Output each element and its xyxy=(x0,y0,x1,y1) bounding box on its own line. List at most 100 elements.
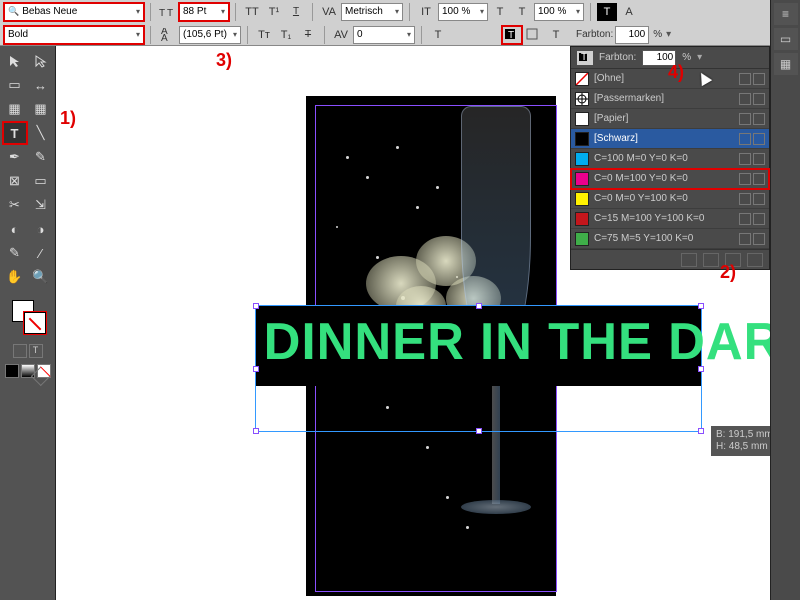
swatch-panel-footer xyxy=(571,249,769,269)
direct-selection-tool[interactable] xyxy=(29,50,53,72)
tracking-combo[interactable]: 0 ▾ xyxy=(353,26,415,44)
text-fill-swatch-icon[interactable]: T xyxy=(502,26,522,44)
vscale-combo[interactable]: 100 % ▾ xyxy=(534,3,584,21)
page-tool[interactable]: ▭ xyxy=(3,74,27,96)
swatch-chip xyxy=(575,172,589,186)
swatch-type-icons xyxy=(739,113,765,125)
apply-color-icon[interactable] xyxy=(13,344,27,358)
note-tool[interactable]: ✎ xyxy=(3,242,27,264)
pen-tool[interactable]: ✒ xyxy=(3,146,27,168)
smallcaps-icon[interactable]: Tᴛ xyxy=(254,26,274,44)
annotation-4: 4) xyxy=(668,62,684,83)
swatch-name: [Passermarken] xyxy=(594,93,734,104)
panel-icon-3[interactable]: ▦ xyxy=(774,53,798,75)
none-icon[interactable] xyxy=(37,364,51,378)
rectangle-tool[interactable]: ▭ xyxy=(29,170,53,192)
strikethrough-icon[interactable]: T xyxy=(298,26,318,44)
new-swatch-group-icon[interactable] xyxy=(681,253,697,267)
line-tool[interactable]: ╲ xyxy=(29,122,53,144)
swatch-chip xyxy=(575,192,589,206)
swatch-row[interactable]: C=75 M=5 Y=100 K=0 xyxy=(571,229,769,249)
svg-text:T: T xyxy=(508,30,514,41)
char-panel-icon[interactable]: A xyxy=(619,3,639,21)
hscale-value: 100 % xyxy=(442,6,470,17)
swatch-row[interactable]: [Passermarken] xyxy=(571,89,769,109)
content-placer-tool[interactable]: ▦ xyxy=(29,98,53,120)
svg-text:T: T xyxy=(167,8,173,19)
swatch-chip xyxy=(575,132,589,146)
gradient-feather-tool[interactable]: ◑ xyxy=(29,218,53,240)
tint-unit: % xyxy=(653,29,662,40)
headline-text[interactable]: DINNER IN THE DARK xyxy=(264,312,800,372)
swatch-name: [Ohne] xyxy=(594,73,734,84)
apply-text-icon[interactable]: T xyxy=(29,344,43,358)
kerning-value: Metrisch xyxy=(345,6,383,17)
pencil-tool[interactable]: ✎ xyxy=(29,146,53,168)
svg-text:T: T xyxy=(159,8,165,19)
swatch-list: [Ohne] [Passermarken] [Papier] [Schwarz] C=1… xyxy=(571,69,769,249)
panel-icon-1[interactable]: ≡ xyxy=(774,3,798,25)
font-size-combo[interactable]: 88 Pt ▾ xyxy=(179,3,229,21)
swatch-chip xyxy=(575,152,589,166)
gradient-swatch-tool[interactable]: ◐ xyxy=(3,218,27,240)
headline-text-frame[interactable]: DINNER IN THE DARK xyxy=(256,306,701,431)
scissors-tool[interactable]: ✂ xyxy=(3,194,27,216)
underline-icon[interactable]: T xyxy=(286,3,306,21)
swatch-type-icons xyxy=(739,173,765,185)
text-t-icon[interactable]: T xyxy=(546,26,566,44)
swatch-type-icons xyxy=(739,233,765,245)
annotation-2: 2) xyxy=(720,262,736,283)
hscale-combo[interactable]: 100 % ▾ xyxy=(438,3,488,21)
swatch-row[interactable]: C=0 M=0 Y=100 K=0 xyxy=(571,189,769,209)
swatch-chip xyxy=(575,92,589,106)
vscale-value: 100 % xyxy=(538,6,566,17)
font-style-combo[interactable]: Bold ▾ xyxy=(4,26,144,44)
leading-icon: AA xyxy=(157,26,177,44)
allcaps-icon[interactable]: TT xyxy=(242,3,262,21)
swatch-type-icons xyxy=(739,133,765,145)
vscale-icon: T xyxy=(512,3,532,21)
swatch-name: C=75 M=5 Y=100 K=0 xyxy=(594,233,734,244)
text-stroke-swatch-icon[interactable] xyxy=(524,26,544,44)
swatch-row[interactable]: C=15 M=100 Y=100 K=0 xyxy=(571,209,769,229)
eyedropper-tool[interactable]: ⁄ xyxy=(29,242,53,264)
swatch-row[interactable]: C=0 M=100 Y=0 K=0 xyxy=(571,169,769,189)
rectangle-frame-tool[interactable]: ⊠ xyxy=(3,170,27,192)
hand-tool[interactable]: ✋ xyxy=(3,266,27,288)
swatch-type-icons xyxy=(739,93,765,105)
content-collector-tool[interactable]: ▦ xyxy=(3,98,27,120)
new-swatch-folder-icon[interactable] xyxy=(703,253,719,267)
baseline-icon[interactable]: T xyxy=(490,3,510,21)
swatch-fill-toggle-icon[interactable]: T xyxy=(577,51,593,65)
swatch-row[interactable]: C=100 M=0 Y=0 K=0 xyxy=(571,149,769,169)
swatch-row[interactable]: [Papier] xyxy=(571,109,769,129)
selection-tool[interactable] xyxy=(3,50,27,72)
delete-swatch-icon[interactable] xyxy=(747,253,763,267)
subscript-icon[interactable]: T₁ xyxy=(276,26,296,44)
leading-combo[interactable]: (105,6 Pt) ▾ xyxy=(179,26,241,44)
superscript-icon[interactable]: T¹ xyxy=(264,3,284,21)
leading-value: (105,6 Pt) xyxy=(183,29,227,40)
default-fill-icon[interactable] xyxy=(5,364,19,378)
tint-label: Farbton: xyxy=(576,29,613,40)
skew-icon[interactable]: T xyxy=(428,26,448,44)
font-family-combo[interactable]: 🔍 Bebas Neue ▾ xyxy=(4,3,144,21)
swatch-chip xyxy=(575,72,589,86)
swatch-name: [Schwarz] xyxy=(594,133,734,144)
swatch-name: [Papier] xyxy=(594,113,734,124)
gap-tool[interactable]: ↔ xyxy=(29,74,53,96)
fill-stroke-swatch[interactable] xyxy=(2,298,53,338)
kerning-combo[interactable]: Metrisch ▾ xyxy=(341,3,403,21)
annotation-1: 1) xyxy=(60,108,76,129)
panel-icon-2[interactable]: ▭ xyxy=(774,28,798,50)
swatch-row[interactable]: [Schwarz] xyxy=(571,129,769,149)
free-transform-tool[interactable]: ⇲ xyxy=(29,194,53,216)
fill-text-icon[interactable]: T xyxy=(597,3,617,21)
tint-label-panel: Farbton: xyxy=(599,52,636,63)
tint-input[interactable] xyxy=(615,26,649,44)
type-tool[interactable]: T xyxy=(3,122,27,144)
hscale-icon: IT xyxy=(416,3,436,21)
swatch-chip xyxy=(575,212,589,226)
swatch-name: C=0 M=0 Y=100 K=0 xyxy=(594,193,734,204)
zoom-tool[interactable]: 🔍 xyxy=(29,266,53,288)
